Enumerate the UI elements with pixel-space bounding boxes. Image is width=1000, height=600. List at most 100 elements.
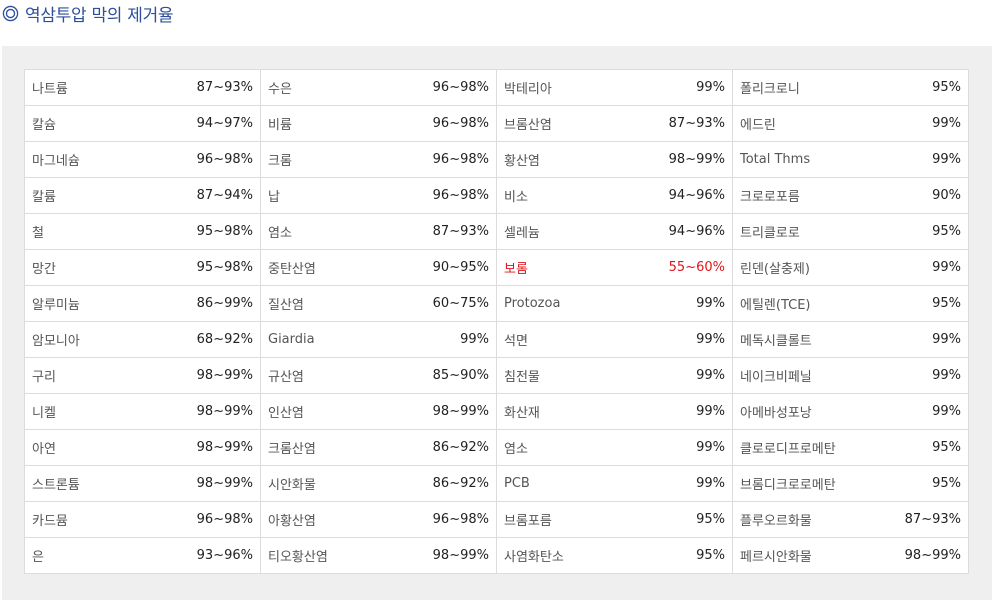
removal-rate: 95% xyxy=(932,224,961,239)
table-row: 스트론튬 98~99% 시안화물 86~92% PCB 99% 브롬디크로로메탄 95% xyxy=(24,465,969,502)
page-title: 역삼투압 막의 제거율 xyxy=(25,5,174,26)
table-cell: 메독시클롤트 99% xyxy=(732,321,969,358)
substance-entry: 에틸렌(TCE) 95% xyxy=(740,294,961,313)
substance-name: 알루미늄 xyxy=(32,298,80,313)
substance-name: 박테리아 xyxy=(504,82,552,97)
substance-name: 칼슘 xyxy=(32,118,56,133)
substance-name: 니켈 xyxy=(32,406,56,421)
removal-rate: 96~98% xyxy=(432,116,489,131)
table-cell: 폴리크로니 95% xyxy=(732,69,969,106)
removal-rate: 98~99% xyxy=(196,368,253,383)
removal-rate: 96~98% xyxy=(196,512,253,527)
substance-entry: 석면 99% xyxy=(504,330,725,349)
substance-name: 인산염 xyxy=(268,406,304,421)
removal-rate: 94~96% xyxy=(668,188,725,203)
substance-name: 구리 xyxy=(32,370,56,385)
substance-name: 수은 xyxy=(268,82,292,97)
table-cell: 사염화탄소 95% xyxy=(496,537,733,574)
substance-entry: 브롬포름 95% xyxy=(504,510,725,529)
table-cell: 브롬포름 95% xyxy=(496,501,733,538)
substance-entry: 나트륨 87~93% xyxy=(32,78,253,97)
removal-rate: 99% xyxy=(696,296,725,311)
removal-rate: 96~98% xyxy=(432,152,489,167)
removal-rate: 99% xyxy=(932,368,961,383)
substance-entry: 보롬 55~60% xyxy=(504,258,725,277)
substance-name: 에드린 xyxy=(740,118,776,133)
table-cell: 석면 99% xyxy=(496,321,733,358)
substance-entry: 규산염 85~90% xyxy=(268,366,489,385)
substance-entry: 트리클로로 95% xyxy=(740,222,961,241)
substance-entry: 암모니아 68~92% xyxy=(32,330,253,349)
substance-entry: 네이크비페닐 99% xyxy=(740,366,961,385)
substance-entry: 아연 98~99% xyxy=(32,438,253,457)
table-cell: 마그네슘 96~98% xyxy=(24,141,261,178)
substance-entry: 황산염 98~99% xyxy=(504,150,725,169)
substance-name: 스트론튬 xyxy=(32,478,80,493)
substance-name: 크롬 xyxy=(268,154,292,169)
substance-entry: Total Thms 99% xyxy=(740,152,961,167)
substance-entry: Giardia 99% xyxy=(268,332,489,347)
table-row: 마그네슘 96~98% 크롬 96~98% 황산염 98~99% Total Thms 99% xyxy=(24,141,969,178)
substance-name: 시안화물 xyxy=(268,478,316,493)
substance-name: 중탄산염 xyxy=(268,262,316,277)
removal-rate: 99% xyxy=(696,80,725,95)
substance-entry: 비소 94~96% xyxy=(504,186,725,205)
substance-entry: 브롬산염 87~93% xyxy=(504,114,725,133)
table-cell: 카드뮴 96~98% xyxy=(24,501,261,538)
table-row: 철 95~98% 염소 87~93% 셀레늄 94~96% 트리클로로 95% xyxy=(24,213,969,250)
table-cell: 나트륨 87~93% xyxy=(24,69,261,106)
table-cell: 린덴(살충제) 99% xyxy=(732,249,969,286)
substance-entry: 페르시안화물 98~99% xyxy=(740,546,961,565)
substance-name: 은 xyxy=(32,550,44,565)
substance-entry: Protozoa 99% xyxy=(504,296,725,311)
removal-rate: 95% xyxy=(696,548,725,563)
substance-name: 브롬산염 xyxy=(504,118,552,133)
table-row: 알루미늄 86~99% 질산염 60~75% Protozoa 99% 에틸렌(TCE) 95… xyxy=(24,285,969,322)
substance-name: Giardia xyxy=(268,332,315,347)
removal-rate: 86~92% xyxy=(432,476,489,491)
removal-rate: 98~99% xyxy=(904,548,961,563)
substance-name: 에틸렌(TCE) xyxy=(740,298,811,313)
removal-rate: 95% xyxy=(696,512,725,527)
table-cell: 칼륨 87~94% xyxy=(24,177,261,214)
substance-entry: PCB 99% xyxy=(504,476,725,491)
removal-rate: 96~98% xyxy=(432,512,489,527)
table-cell: 에드린 99% xyxy=(732,105,969,142)
substance-name: 셀레늄 xyxy=(504,226,540,241)
table-cell: 브롬디크로로메탄 95% xyxy=(732,465,969,502)
substance-entry: 플루오르화물 87~93% xyxy=(740,510,961,529)
removal-rate: 98~99% xyxy=(432,548,489,563)
substance-name: 철 xyxy=(32,226,44,241)
substance-name: 브롬포름 xyxy=(504,514,552,529)
substance-name: 트리클로로 xyxy=(740,226,800,241)
substance-entry: 질산염 60~75% xyxy=(268,294,489,313)
table-cell: 아황산염 96~98% xyxy=(260,501,497,538)
removal-rate: 99% xyxy=(696,332,725,347)
removal-rate: 95~98% xyxy=(196,260,253,275)
substance-entry: 아메바성포낭 99% xyxy=(740,402,961,421)
substance-name: 카드뮴 xyxy=(32,514,68,529)
substance-entry: 수은 96~98% xyxy=(268,78,489,97)
table-cell: 망간 95~98% xyxy=(24,249,261,286)
table-cell: 중탄산염 90~95% xyxy=(260,249,497,286)
table-row: 암모니아 68~92% Giardia 99% 석면 99% 메독시클롤트 99% xyxy=(24,321,969,358)
substance-name: 암모니아 xyxy=(32,334,80,349)
table-cell: 페르시안화물 98~99% xyxy=(732,537,969,574)
removal-rate: 99% xyxy=(696,368,725,383)
substance-entry: 침전물 99% xyxy=(504,366,725,385)
removal-rate: 99% xyxy=(932,152,961,167)
substance-name: 납 xyxy=(268,190,280,205)
table-cell: 수은 96~98% xyxy=(260,69,497,106)
table-cell: 화산재 99% xyxy=(496,393,733,430)
substance-name: 사염화탄소 xyxy=(504,550,564,565)
substance-entry: 중탄산염 90~95% xyxy=(268,258,489,277)
substance-name: 망간 xyxy=(32,262,56,277)
table-cell: PCB 99% xyxy=(496,465,733,502)
table-cell: 규산염 85~90% xyxy=(260,357,497,394)
substance-entry: 마그네슘 96~98% xyxy=(32,150,253,169)
substance-name: 린덴(살충제) xyxy=(740,262,810,277)
substance-name: 크롬산염 xyxy=(268,442,316,457)
substance-name: 칼륨 xyxy=(32,190,56,205)
substance-entry: 크롬산염 86~92% xyxy=(268,438,489,457)
substance-name: 보롬 xyxy=(504,262,528,277)
